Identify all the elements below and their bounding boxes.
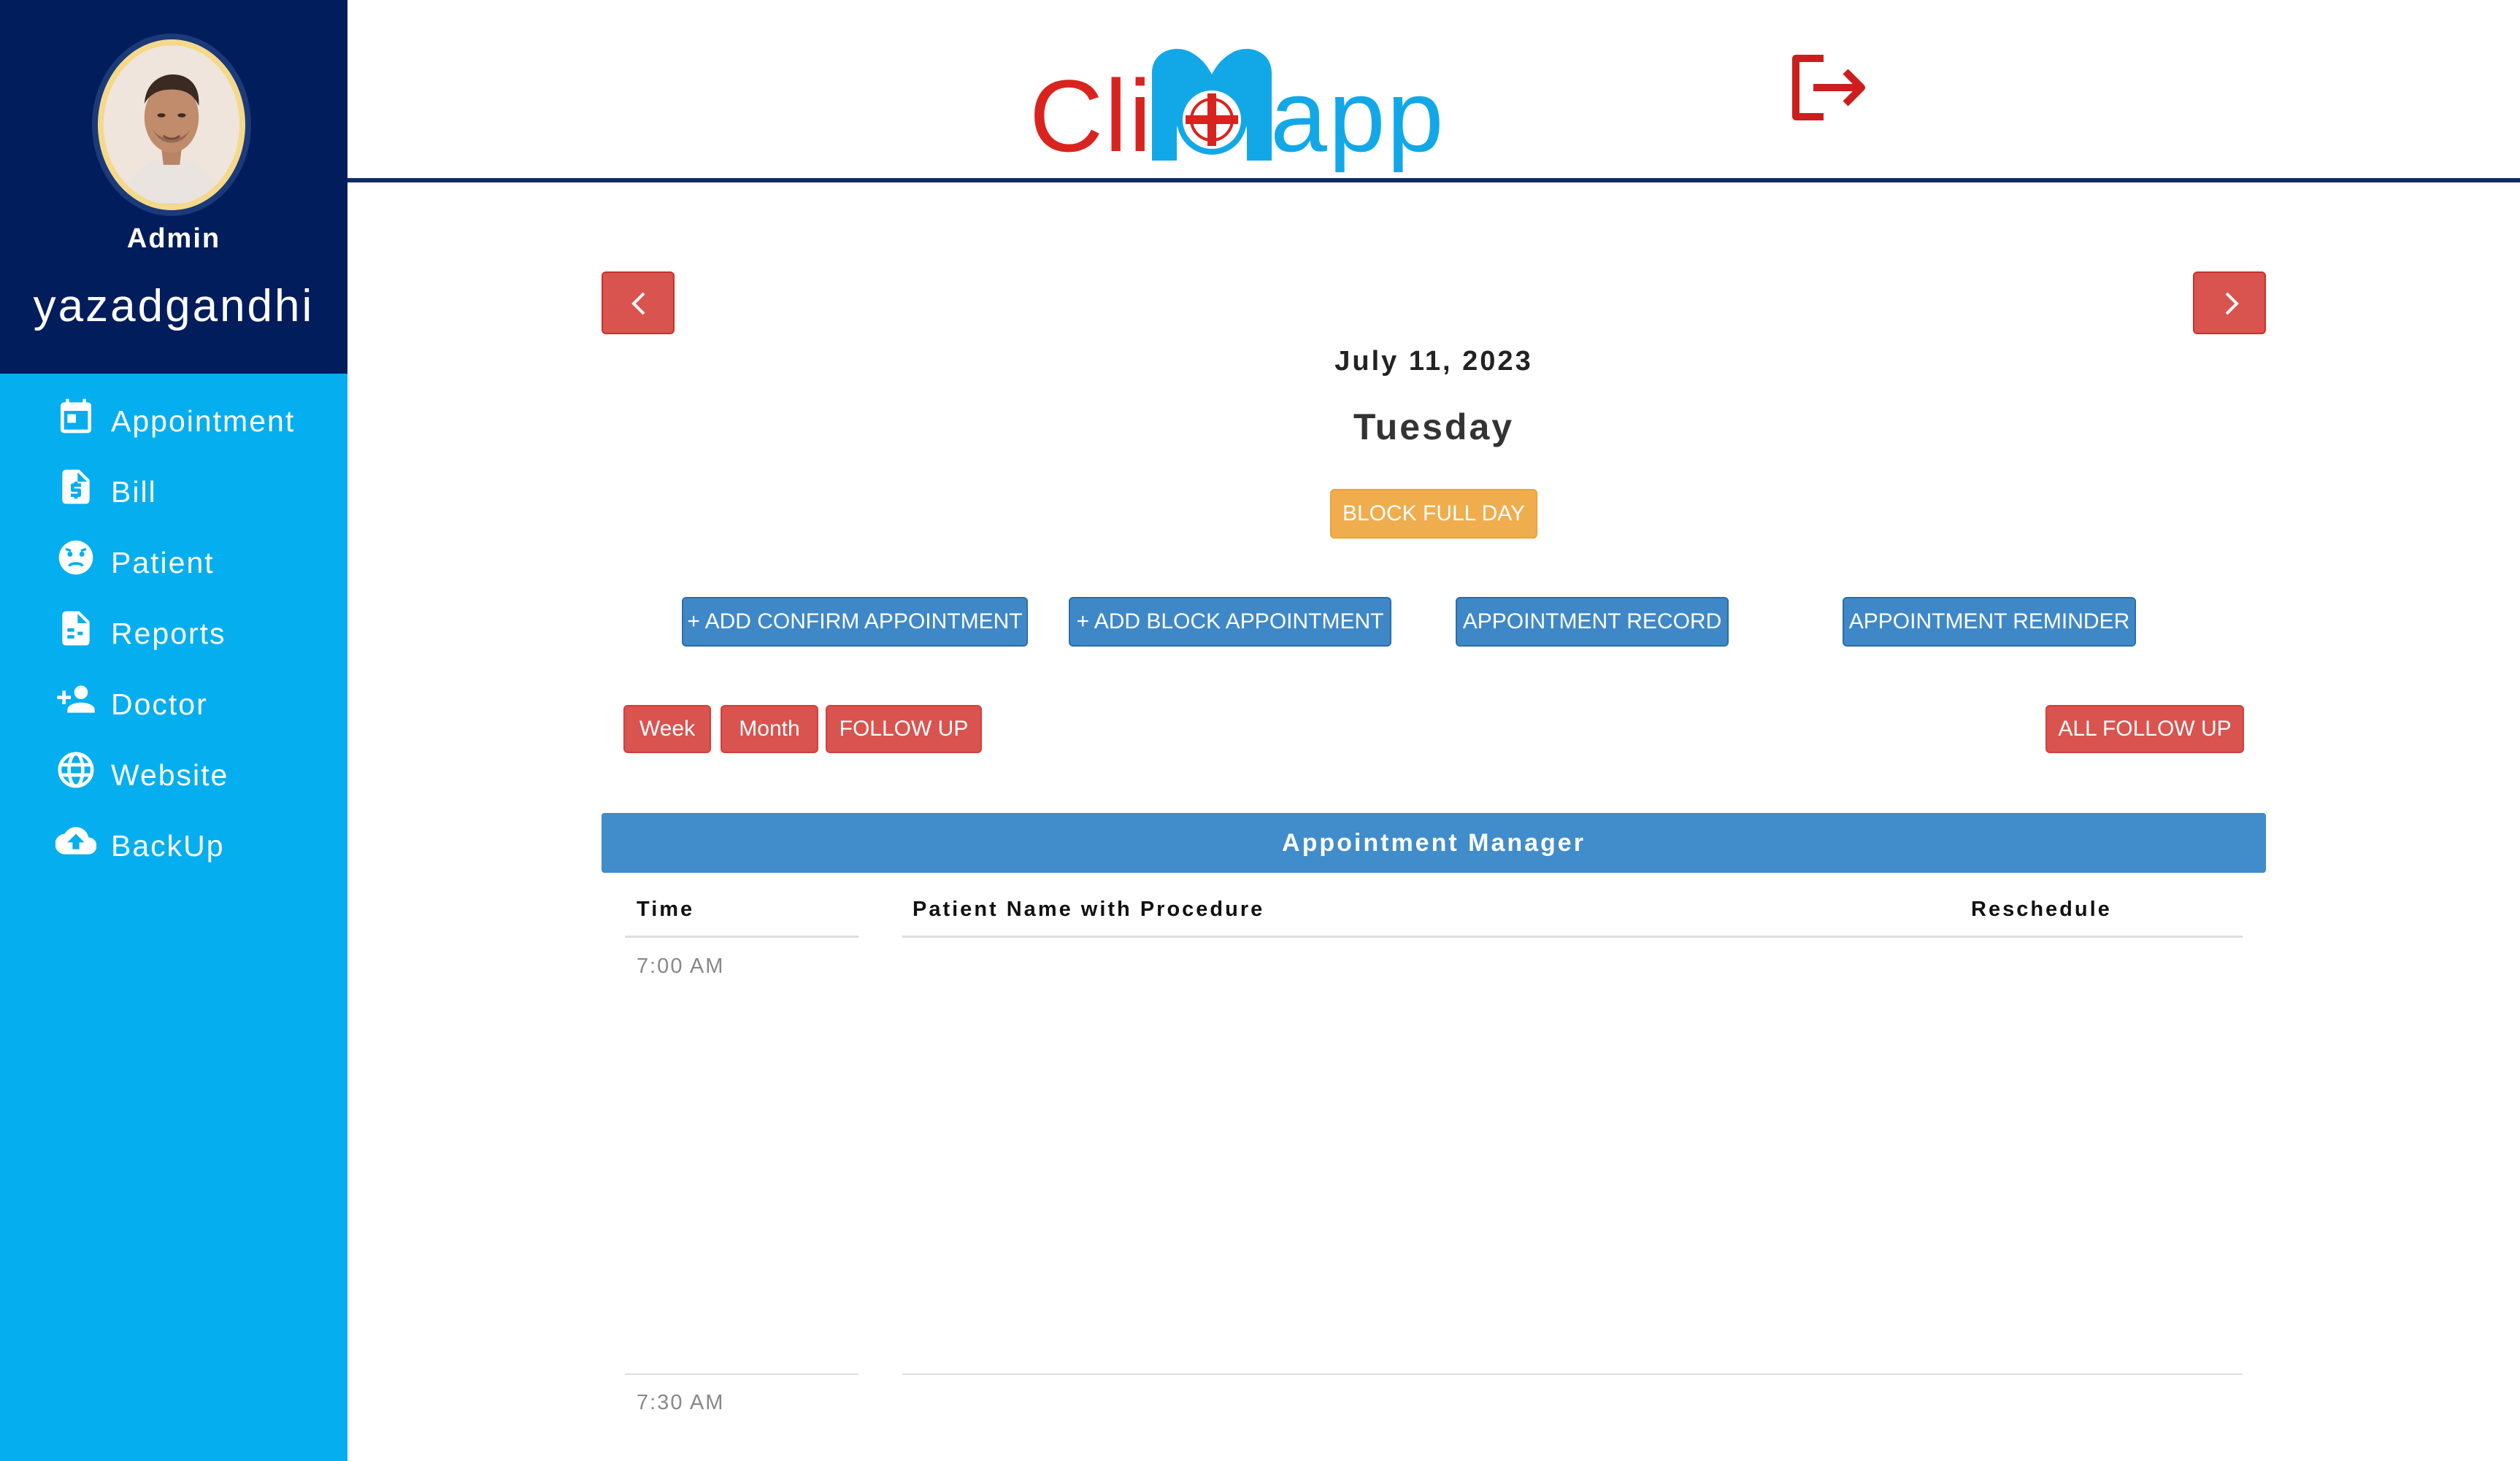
sidebar-item-label: Doctor [111,687,208,721]
chevron-left-icon [631,292,645,315]
avatar-portrait-icon [104,46,239,204]
sidebar-item-appointment[interactable]: Appointment [0,387,347,458]
table-divider [902,1373,2243,1375]
profile-panel: Admin yazadgandhi [0,0,347,374]
appointment-reminder-button[interactable]: APPOINTMENT REMINDER [1843,597,2136,647]
sidebar-item-bill[interactable]: Bill [0,458,347,528]
table-divider [625,936,858,938]
sidebar: Admin yazadgandhi Appointment Bill Patie… [0,0,347,1461]
block-full-day-button[interactable]: BLOCK FULL DAY [1330,489,1537,539]
invoice-icon [62,469,90,504]
header-divider [347,178,2520,182]
column-header-time: Time [637,898,695,921]
user-role: Admin [126,223,221,254]
month-view-button[interactable]: Month [721,705,818,753]
week-view-button[interactable]: Week [623,705,711,753]
all-follow-up-button[interactable]: ALL FOLLOW UP [2045,705,2244,753]
table-divider [625,1373,858,1375]
avatar[interactable] [92,34,251,216]
time-slot-label: 7:30 AM [637,1391,725,1414]
follow-up-button[interactable]: FOLLOW UP [826,705,982,753]
patient-face-icon [58,540,93,575]
avatar-image [98,39,245,210]
sidebar-item-doctor[interactable]: Doctor [0,670,347,741]
username: yazadgandhi [33,281,315,331]
sidebar-item-label: Reports [111,617,226,650]
logout-icon [1792,55,1865,120]
logo-text-right: app [1270,58,1445,173]
add-person-icon [57,685,95,713]
report-icon [62,611,90,646]
current-weekday: Tuesday [1353,406,1515,447]
sidebar-item-label: Website [111,758,229,792]
add-confirm-appointment-button[interactable]: + ADD CONFIRM APPOINTMENT [682,597,1028,647]
table-divider [902,936,2243,938]
sidebar-item-label: Appointment [111,404,296,438]
climapp-logo[interactable]: Cli app [1029,44,1444,173]
sidebar-item-patient[interactable]: Patient [0,528,347,599]
globe-icon [58,752,94,788]
chevron-right-icon [2225,292,2239,315]
sidebar-nav: Appointment Bill Patient Reports Doctor … [0,387,347,882]
logo-m-cross-icon [1152,49,1272,161]
column-header-patient: Patient Name with Procedure [913,898,1265,921]
column-header-reschedule: Reschedule [1971,898,2112,921]
sidebar-item-website[interactable]: Website [0,741,347,812]
sidebar-item-label: Patient [111,546,215,579]
calendar-icon [61,398,91,433]
cloud-upload-icon [55,827,96,855]
current-date: July 11, 2023 [1334,346,1533,377]
sidebar-item-reports[interactable]: Reports [0,599,347,670]
previous-day-button[interactable] [602,271,675,334]
next-day-button[interactable] [2193,271,2266,334]
add-block-appointment-button[interactable]: + ADD BLOCK APPOINTMENT [1069,597,1391,647]
appointment-record-button[interactable]: APPOINTMENT RECORD [1456,597,1729,647]
time-slot-label: 7:00 AM [637,955,725,978]
sidebar-item-label: Bill [111,475,157,509]
sidebar-item-backup[interactable]: BackUp [0,812,347,882]
logout-button[interactable] [1789,51,1869,124]
logo-text-left: Cli [1029,58,1153,173]
appointment-manager-header: Appointment Manager [602,813,2266,873]
sidebar-item-label: BackUp [111,829,225,863]
